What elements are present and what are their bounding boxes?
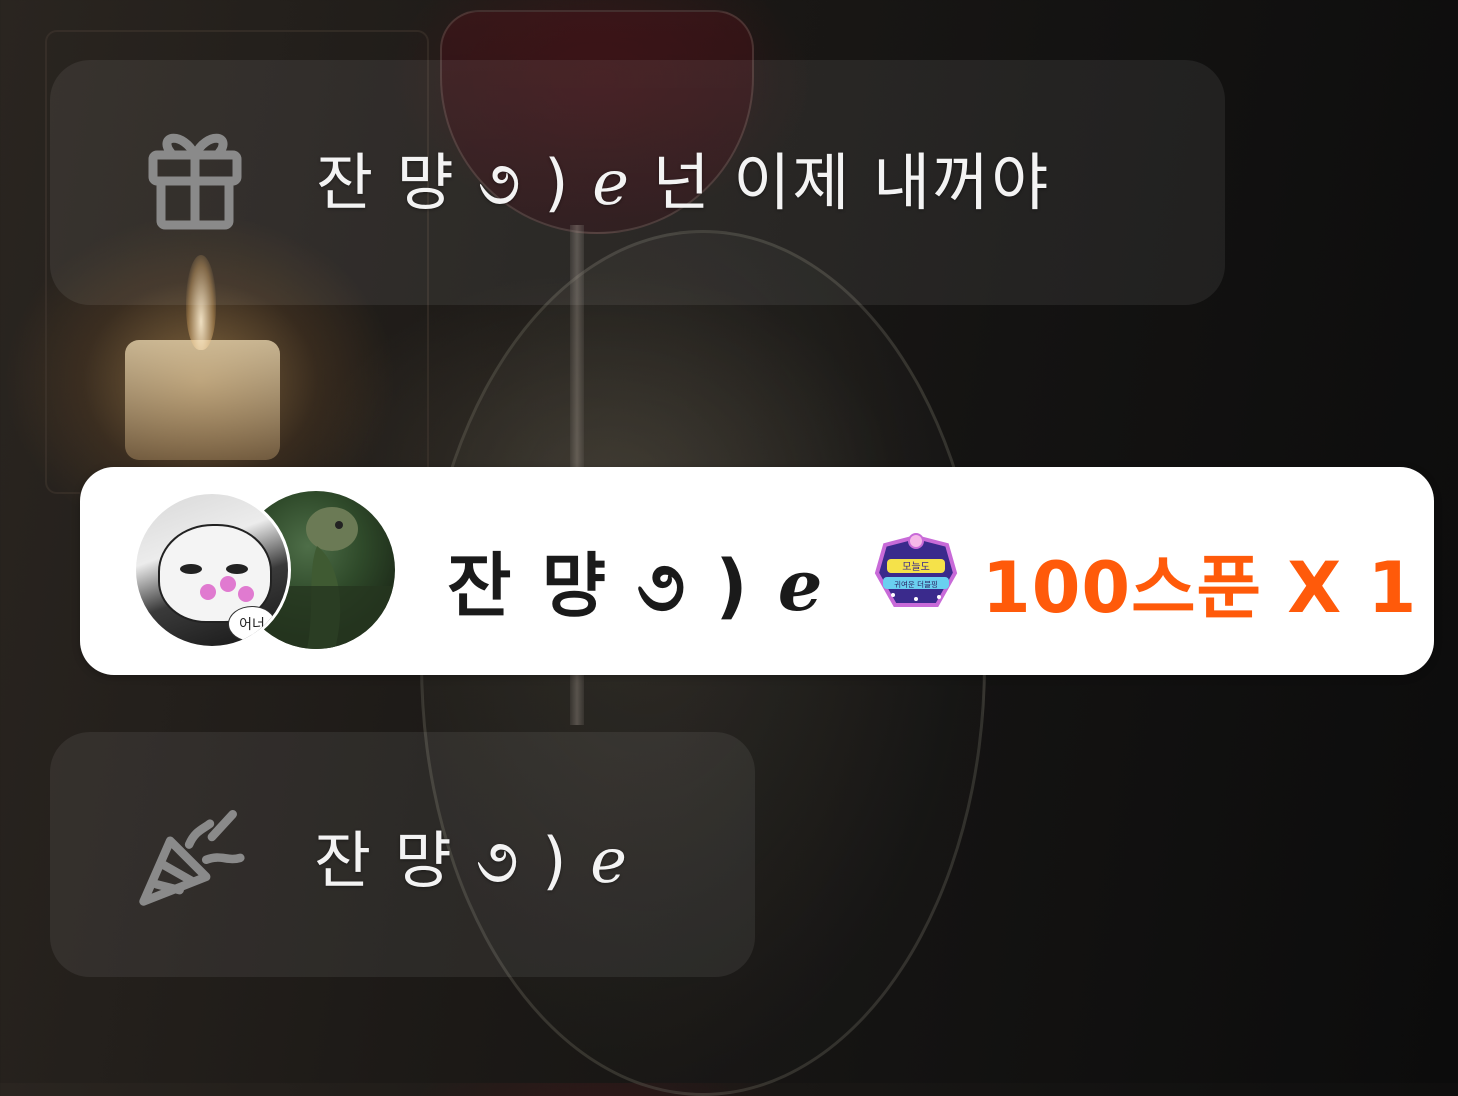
join-message-row: 잔 먕 ૭ ) ℯ	[136, 800, 629, 910]
sender-name: 잔 먕 ૭ ) ℯ	[447, 545, 826, 627]
cat-paw-mark	[200, 584, 216, 600]
sender-avatar[interactable]: 어너	[133, 491, 291, 649]
cat-paw-mark	[220, 576, 236, 592]
party-popper-icon	[136, 800, 246, 910]
gift-message-text: 잔 먕 ૭ ) ℯ 넌 이제 내꺼야	[316, 146, 1051, 219]
join-message-text: 잔 먕 ૭ ) ℯ	[314, 824, 629, 897]
gift-amount: 100스푼 X 1	[982, 547, 1418, 629]
gift-message-row: 잔 먕 ૭ ) ℯ 넌 이제 내꺼야	[140, 122, 1050, 232]
cat-paw-mark	[238, 586, 254, 602]
badge-line1: 모늘도	[902, 561, 930, 573]
badge-line2: 귀여운 더블핑	[894, 579, 938, 589]
avatar-speech-bubble: 어너	[228, 606, 276, 642]
gift-badge-icon: 모늘도 귀여운 더블핑	[873, 533, 959, 611]
background-candle	[125, 340, 280, 460]
cat-eye-left	[180, 564, 202, 574]
cat-eye-right	[226, 564, 248, 574]
gift-icon	[140, 122, 250, 232]
